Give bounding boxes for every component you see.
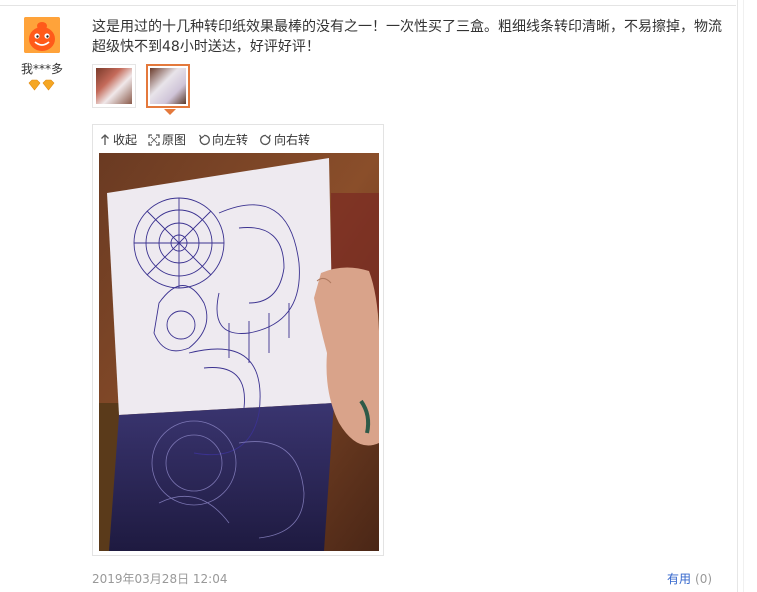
user-name[interactable]: 我***多 bbox=[14, 60, 70, 77]
viewer-toolbar: 收起 原图 向左转 向右转 bbox=[93, 125, 383, 153]
collapse-button[interactable]: 收起 bbox=[99, 131, 137, 148]
useful-count: (0) bbox=[695, 572, 713, 586]
thumbnail-image bbox=[150, 68, 186, 104]
image-viewer: 收起 原图 向左转 向右转 bbox=[92, 124, 384, 556]
top-divider bbox=[0, 0, 736, 6]
right-scroll-rule-2 bbox=[743, 0, 744, 592]
rotate-left-label: 向左转 bbox=[212, 133, 249, 147]
arrow-up-icon bbox=[101, 133, 109, 145]
rotate-left-button[interactable]: 向左转 bbox=[198, 131, 248, 148]
useful-button[interactable]: 有用 bbox=[667, 572, 691, 586]
rotate-right-icon bbox=[260, 134, 271, 145]
collapse-label: 收起 bbox=[113, 133, 138, 147]
right-scroll-rule bbox=[737, 0, 738, 592]
review-photo[interactable] bbox=[99, 153, 379, 551]
expand-icon bbox=[148, 133, 160, 146]
original-image-button[interactable]: 原图 bbox=[148, 131, 186, 148]
user-avatar[interactable] bbox=[24, 17, 60, 53]
original-label: 原图 bbox=[162, 133, 187, 147]
rotate-right-label: 向右转 bbox=[274, 133, 311, 147]
orange-face-avatar-icon bbox=[24, 17, 60, 53]
review-text: 这是用过的十几种转印纸效果最棒的没有之一！一次性买了三盒。粗细线条转印清晰，不易… bbox=[92, 19, 722, 55]
thumbnail-1[interactable] bbox=[92, 64, 136, 108]
rotate-right-button[interactable]: 向右转 bbox=[260, 131, 310, 148]
thumbnail-2-selected[interactable] bbox=[146, 64, 190, 108]
thumbnail-image bbox=[96, 68, 132, 104]
selected-caret-icon bbox=[164, 109, 176, 115]
useful-vote: 有用 (0) bbox=[667, 570, 712, 587]
diamond-level-icon bbox=[28, 79, 55, 91]
tattoo-transfer-photo bbox=[99, 153, 379, 551]
review-date: 2019年03月28日 12:04 bbox=[92, 572, 228, 586]
rotate-left-icon bbox=[199, 134, 210, 145]
